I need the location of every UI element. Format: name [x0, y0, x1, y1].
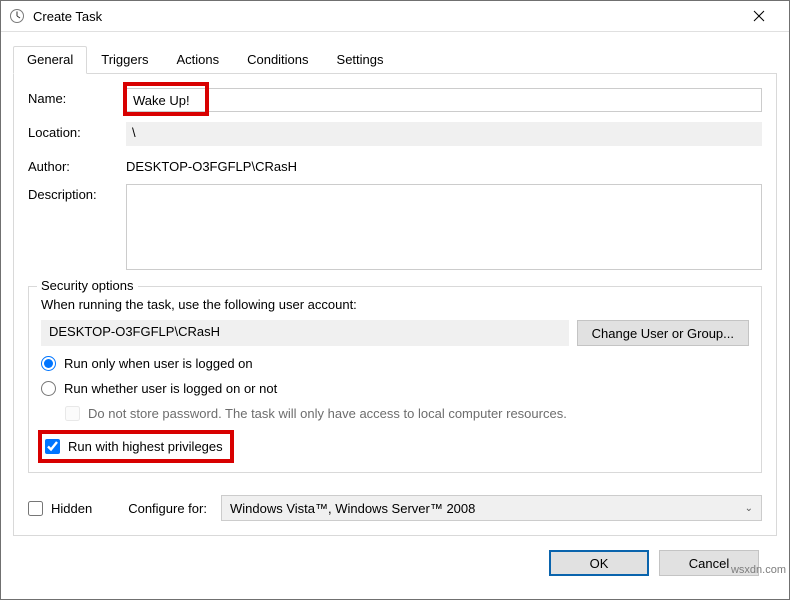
- change-user-button[interactable]: Change User or Group...: [577, 320, 749, 346]
- location-value: \: [126, 122, 762, 146]
- tab-triggers[interactable]: Triggers: [87, 46, 162, 74]
- tabstrip: General Triggers Actions Conditions Sett…: [13, 46, 777, 74]
- author-label: Author:: [28, 156, 118, 174]
- checkbox-highest-privileges-input[interactable]: [45, 439, 60, 454]
- tab-general[interactable]: General: [13, 46, 87, 74]
- radio-run-whether[interactable]: Run whether user is logged on or not: [41, 381, 749, 396]
- security-options-group: Security options When running the task, …: [28, 286, 762, 473]
- description-label: Description:: [28, 184, 118, 202]
- tab-panel-general: Name: Location: \ Author: DESKTOP-O3FGFL…: [13, 73, 777, 536]
- checkbox-highest-privileges-label: Run with highest privileges: [68, 439, 223, 454]
- location-label: Location:: [28, 122, 118, 140]
- radio-run-logged-on-input[interactable]: [41, 356, 56, 371]
- window-title: Create Task: [33, 9, 737, 24]
- radio-run-whether-label: Run whether user is logged on or not: [64, 381, 277, 396]
- tab-settings[interactable]: Settings: [323, 46, 398, 74]
- create-task-window: Create Task General Triggers Actions Con…: [0, 0, 790, 600]
- task-scheduler-icon: [9, 8, 25, 24]
- watermark: wsxdn.com: [731, 564, 786, 576]
- radio-run-whether-input[interactable]: [41, 381, 56, 396]
- radio-run-logged-on[interactable]: Run only when user is logged on: [41, 356, 749, 371]
- author-value: DESKTOP-O3FGFLP\CRasH: [126, 156, 762, 174]
- checkbox-hidden-input[interactable]: [28, 501, 43, 516]
- dialog-buttons: OK Cancel: [13, 536, 777, 594]
- checkbox-hidden-label: Hidden: [51, 501, 92, 516]
- ok-button[interactable]: OK: [549, 550, 649, 576]
- chevron-down-icon: ⌄: [745, 503, 753, 514]
- close-icon: [753, 10, 765, 22]
- bottom-row: Hidden Configure for: Windows Vista™, Wi…: [28, 495, 762, 521]
- checkbox-no-store-label: Do not store password. The task will onl…: [88, 406, 567, 421]
- titlebar: Create Task: [1, 1, 789, 32]
- tab-conditions[interactable]: Conditions: [233, 46, 322, 74]
- security-account: DESKTOP-O3FGFLP\CRasH: [41, 320, 569, 346]
- dialog-content: General Triggers Actions Conditions Sett…: [1, 32, 789, 602]
- configure-for-dropdown[interactable]: Windows Vista™, Windows Server™ 2008 ⌄: [221, 495, 762, 521]
- radio-run-logged-on-label: Run only when user is logged on: [64, 356, 253, 371]
- security-legend: Security options: [37, 278, 138, 293]
- close-button[interactable]: [737, 1, 781, 31]
- security-prompt: When running the task, use the following…: [41, 297, 749, 312]
- configure-for-value: Windows Vista™, Windows Server™ 2008: [230, 501, 475, 516]
- checkbox-no-store-input: [65, 406, 80, 421]
- tab-actions[interactable]: Actions: [162, 46, 233, 74]
- configure-for-label: Configure for:: [128, 501, 207, 516]
- name-input[interactable]: [126, 88, 762, 112]
- checkbox-highest-privileges[interactable]: Run with highest privileges: [41, 433, 231, 460]
- description-input[interactable]: [126, 184, 762, 270]
- name-label: Name:: [28, 88, 118, 106]
- checkbox-no-store-password: Do not store password. The task will onl…: [65, 406, 749, 421]
- checkbox-hidden[interactable]: Hidden: [28, 501, 92, 516]
